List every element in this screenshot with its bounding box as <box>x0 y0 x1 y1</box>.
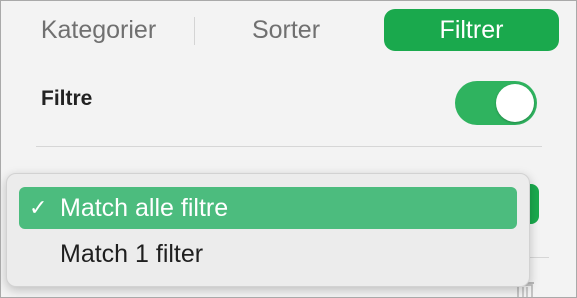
segmented-tab-control: Kategorier Sorter Filtrer <box>1 1 576 61</box>
match-dropdown-menu: ✓ Match alle filtre Match 1 filter <box>6 173 530 287</box>
tab-divider <box>194 17 195 45</box>
filters-label: Filtre <box>41 87 93 110</box>
tab-sort[interactable]: Sorter <box>206 9 366 51</box>
checkmark-icon: ✓ <box>29 195 48 220</box>
menu-item-match-all[interactable]: ✓ Match alle filtre <box>19 187 517 229</box>
menu-item-label: Match alle filtre <box>60 194 229 222</box>
tab-filter[interactable]: Filtrer <box>384 9 559 51</box>
filter-panel: Kategorier Sorter Filtrer Filtre ✓ Match… <box>0 0 577 298</box>
toggle-knob <box>496 84 534 122</box>
menu-item-label: Match 1 filter <box>60 240 204 268</box>
tab-categories[interactable]: Kategorier <box>21 9 176 51</box>
divider <box>36 146 542 147</box>
divider <box>529 257 549 258</box>
filters-toggle[interactable] <box>455 81 537 125</box>
menu-item-match-one[interactable]: Match 1 filter <box>19 233 517 275</box>
